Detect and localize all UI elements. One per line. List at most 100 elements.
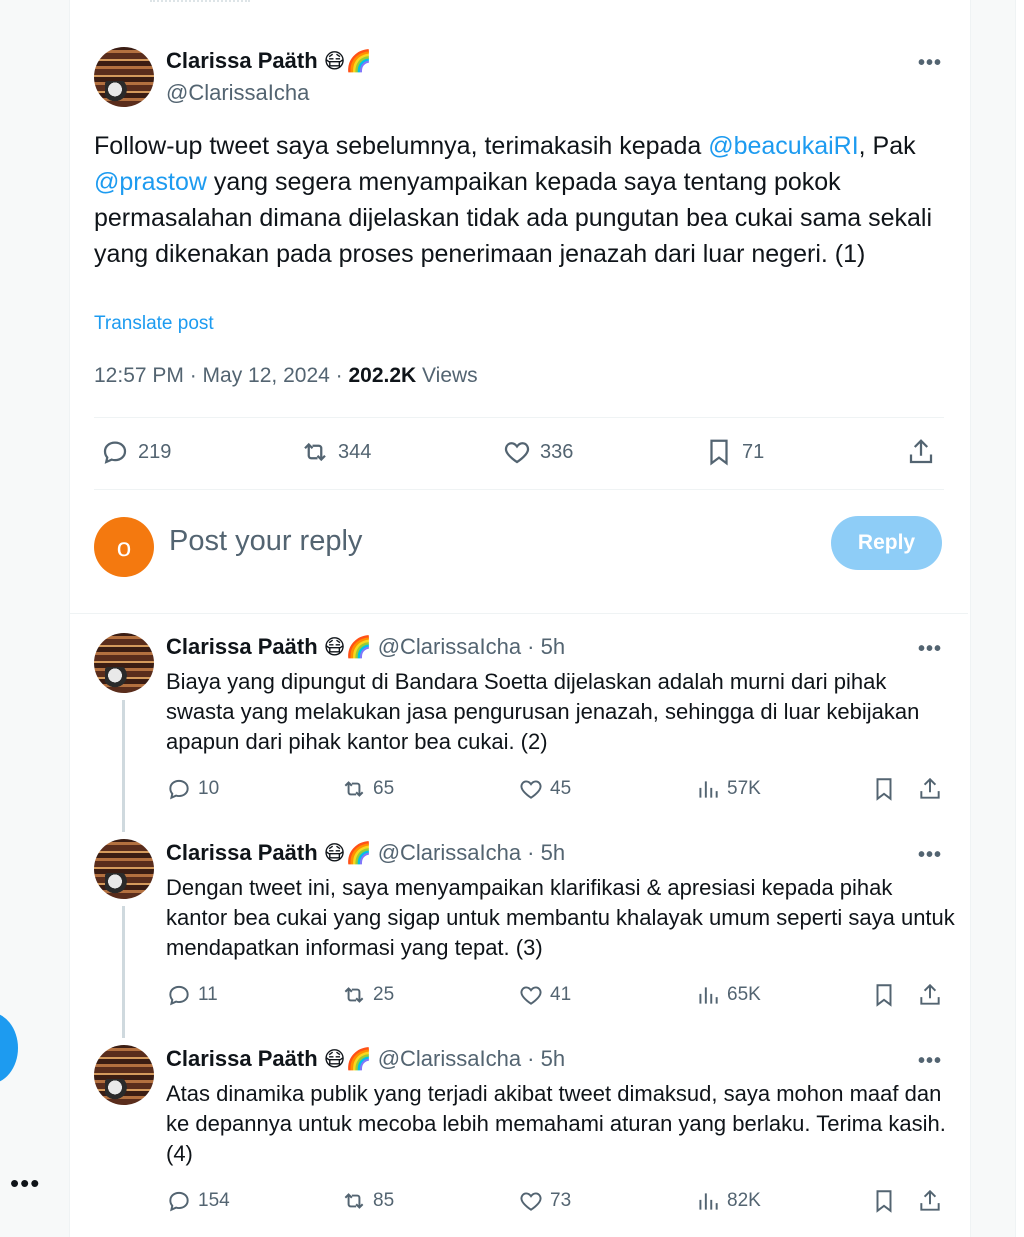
like-action-button[interactable]: 73 bbox=[518, 1188, 571, 1214]
share-icon bbox=[920, 983, 940, 1005]
heart-icon bbox=[504, 442, 530, 464]
heart-icon bbox=[520, 986, 542, 1005]
retweet-action-button[interactable]: 25 bbox=[341, 982, 394, 1008]
retweet-icon bbox=[344, 1193, 364, 1209]
share-icon bbox=[920, 1189, 940, 1211]
avatar[interactable] bbox=[94, 633, 154, 693]
reply-icon bbox=[169, 1191, 189, 1212]
bookmark-icon bbox=[876, 1190, 892, 1213]
reply-icon bbox=[169, 779, 189, 800]
right-panel-edge bbox=[1015, 0, 1024, 1237]
reply-action-button[interactable]: 219 bbox=[100, 437, 171, 467]
bookmark-icon bbox=[710, 439, 728, 466]
like-count: 41 bbox=[550, 984, 572, 1005]
reply-action-button[interactable]: 154 bbox=[166, 1188, 230, 1214]
more-options-icon[interactable]: ••• bbox=[918, 638, 942, 661]
like-action-button[interactable]: 45 bbox=[518, 776, 571, 802]
bookmark-action-button[interactable] bbox=[871, 776, 903, 802]
author-name[interactable]: Clarissa Paäth bbox=[166, 48, 318, 74]
retweet-count: 85 bbox=[373, 1190, 395, 1211]
retweet-action-button[interactable]: 85 bbox=[341, 1188, 394, 1214]
avatar[interactable] bbox=[94, 47, 154, 107]
reply-action-button[interactable]: 10 bbox=[166, 776, 219, 802]
more-options-icon[interactable]: ••• bbox=[918, 1050, 942, 1073]
thread-line bbox=[122, 906, 125, 1038]
reply-text: Biaya yang dipungut di Bandara Soetta di… bbox=[166, 669, 920, 754]
handle-time[interactable]: @ClarissaIcha · 5h bbox=[378, 1046, 565, 1072]
avatar[interactable] bbox=[94, 839, 154, 899]
user-avatar[interactable]: o bbox=[94, 517, 154, 577]
handle-time[interactable]: @ClarissaIcha · 5h bbox=[378, 634, 565, 660]
more-options-icon[interactable]: ••• bbox=[918, 52, 942, 75]
bookmark-icon bbox=[876, 984, 892, 1007]
retweet-count: 344 bbox=[338, 440, 372, 463]
like-action-button[interactable]: 336 bbox=[502, 437, 573, 467]
translate-post-link[interactable]: Translate post bbox=[94, 313, 214, 335]
retweet-action-button[interactable]: 344 bbox=[300, 437, 371, 467]
more-options-icon[interactable]: ••• bbox=[918, 844, 942, 867]
mention-link[interactable]: @beacukaiRI bbox=[708, 132, 858, 160]
retweet-icon bbox=[304, 442, 326, 462]
divider bbox=[94, 489, 944, 490]
share-action-button[interactable] bbox=[917, 1188, 949, 1214]
author-name[interactable]: Clarissa Paäth bbox=[166, 634, 318, 660]
retweet-count: 25 bbox=[373, 984, 395, 1005]
retweet-action-button[interactable]: 65 bbox=[341, 776, 394, 802]
reply-count: 219 bbox=[138, 440, 172, 463]
reply-count: 10 bbox=[198, 778, 220, 799]
handle-time[interactable]: @ClarissaIcha · 5h bbox=[378, 840, 565, 866]
bookmark-count: 71 bbox=[742, 440, 765, 463]
views-label: Views bbox=[416, 364, 478, 387]
retweet-count: 65 bbox=[373, 778, 395, 799]
author-line: Clarissa Paäth 😷🌈 @ClarissaIcha · 5h bbox=[166, 634, 565, 660]
reply-icon bbox=[103, 441, 127, 464]
views-count: 202.2K bbox=[348, 364, 417, 387]
author-emoji: 😷🌈 bbox=[323, 840, 372, 865]
share-action-button[interactable] bbox=[906, 437, 944, 467]
analytics-icon bbox=[699, 987, 718, 1004]
like-action-button[interactable]: 41 bbox=[518, 982, 571, 1008]
share-icon bbox=[920, 777, 940, 799]
sidebar-more-icon[interactable]: ••• bbox=[10, 1168, 40, 1199]
views-action-button[interactable]: 65K bbox=[695, 982, 761, 1008]
divider bbox=[70, 613, 968, 614]
tweet-text-part: , Pak bbox=[858, 132, 916, 160]
compose-fab-button[interactable] bbox=[0, 1012, 18, 1084]
analytics-icon bbox=[699, 1193, 718, 1210]
reply-icon bbox=[169, 985, 189, 1006]
bookmark-action-button[interactable] bbox=[871, 982, 903, 1008]
top-divider bbox=[150, 0, 250, 8]
tweet-timestamp[interactable]: 12:57 PM · May 12, 2024 · bbox=[94, 364, 348, 387]
reply-action-button[interactable]: 11 bbox=[166, 982, 218, 1008]
share-action-button[interactable] bbox=[917, 776, 949, 802]
author-emoji: 😷🌈 bbox=[323, 1046, 372, 1071]
views-action-button[interactable]: 82K bbox=[695, 1188, 761, 1214]
bookmark-action-button[interactable] bbox=[871, 1188, 903, 1214]
author-line: Clarissa Paäth 😷🌈 bbox=[166, 48, 372, 74]
share-icon bbox=[909, 439, 933, 464]
bookmark-icon bbox=[876, 778, 892, 801]
thread-line bbox=[122, 700, 125, 832]
views-action-button[interactable]: 57K bbox=[695, 776, 761, 802]
tweet-meta: 12:57 PM · May 12, 2024 · 202.2K Views bbox=[94, 364, 478, 388]
reply-count: 154 bbox=[198, 1190, 230, 1211]
author-line: Clarissa Paäth 😷🌈 @ClarissaIcha · 5h bbox=[166, 840, 565, 866]
retweet-icon bbox=[344, 987, 364, 1003]
bookmark-action-button[interactable]: 71 bbox=[704, 437, 764, 467]
heart-icon bbox=[520, 1192, 542, 1211]
like-count: 73 bbox=[550, 1190, 572, 1211]
mention-link[interactable]: @prastow bbox=[94, 168, 207, 196]
tweet-text-part: yang segera menyampaikan kepada saya ten… bbox=[94, 168, 933, 268]
analytics-icon bbox=[699, 781, 718, 798]
avatar[interactable] bbox=[94, 1045, 154, 1105]
reply-text: Atas dinamika publik yang terjadi akibat… bbox=[166, 1081, 946, 1166]
retweet-icon bbox=[344, 781, 364, 797]
reply-input[interactable]: Post your reply bbox=[169, 525, 362, 558]
author-name[interactable]: Clarissa Paäth bbox=[166, 840, 318, 866]
author-handle[interactable]: @ClarissaIcha bbox=[166, 80, 309, 106]
divider bbox=[94, 417, 944, 418]
author-emoji: 😷🌈 bbox=[323, 634, 372, 659]
share-action-button[interactable] bbox=[917, 982, 949, 1008]
reply-button[interactable]: Reply bbox=[831, 516, 942, 570]
author-name[interactable]: Clarissa Paäth bbox=[166, 1046, 318, 1072]
